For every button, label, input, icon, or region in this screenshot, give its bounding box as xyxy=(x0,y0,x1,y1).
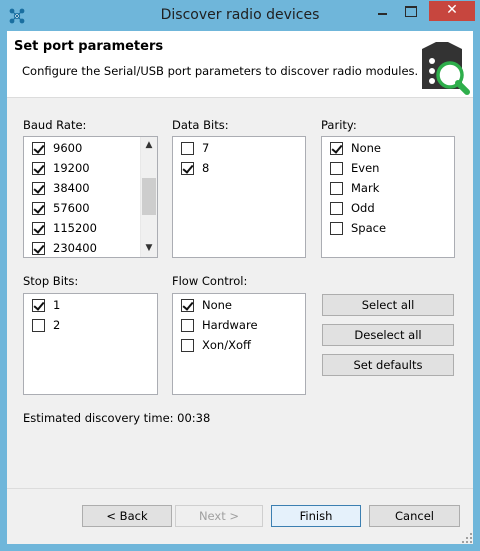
close-button[interactable]: ✕ xyxy=(429,1,475,21)
chevron-up-icon[interactable]: ▲ xyxy=(141,137,157,154)
radio-module-search-icon xyxy=(422,42,470,95)
checkbox-checked-icon[interactable] xyxy=(181,161,194,175)
wizard-header: Set port parameters Configure the Serial… xyxy=(7,31,473,98)
checkbox-unchecked-icon[interactable] xyxy=(181,141,194,155)
data-bits-item[interactable]: 8 xyxy=(181,158,209,178)
parity-item[interactable]: Even xyxy=(330,158,379,178)
dialog-window: Discover radio devices ✕ Set port parame… xyxy=(0,0,480,551)
baud-rate-list[interactable]: 9600 19200 38400 57600 115200 230400 ▲ ▼ xyxy=(23,136,158,258)
checkbox-unchecked-icon[interactable] xyxy=(181,318,194,332)
baud-rate-label: Baud Rate: xyxy=(23,118,87,132)
parity-item[interactable]: Space xyxy=(330,218,386,238)
checkbox-checked-icon[interactable] xyxy=(32,141,45,155)
checkbox-checked-icon[interactable] xyxy=(32,161,45,175)
baud-rate-item[interactable]: 230400 xyxy=(32,238,97,257)
footer-divider xyxy=(7,488,473,489)
parity-item[interactable]: Odd xyxy=(330,198,375,218)
checkbox-checked-icon[interactable] xyxy=(32,241,45,255)
checkbox-checked-icon[interactable] xyxy=(32,201,45,215)
scroll-thumb[interactable] xyxy=(142,178,156,215)
baud-rate-item[interactable]: 38400 xyxy=(32,178,90,198)
checkbox-checked-icon[interactable] xyxy=(181,298,194,312)
flow-control-item[interactable]: Hardware xyxy=(181,315,258,335)
stop-bits-label: Stop Bits: xyxy=(23,274,79,288)
stop-bits-item[interactable]: 2 xyxy=(32,315,60,335)
flow-control-label: Flow Control: xyxy=(172,274,248,288)
select-all-button[interactable]: Select all xyxy=(322,294,454,316)
checkbox-unchecked-icon[interactable] xyxy=(330,201,343,215)
page-description: Configure the Serial/USB port parameters… xyxy=(22,64,419,78)
deselect-all-button[interactable]: Deselect all xyxy=(322,324,454,346)
close-icon: ✕ xyxy=(446,2,458,18)
data-bits-label: Data Bits: xyxy=(172,118,229,132)
title-bar[interactable]: Discover radio devices ✕ xyxy=(0,0,480,31)
checkbox-unchecked-icon[interactable] xyxy=(330,181,343,195)
checkbox-checked-icon[interactable] xyxy=(32,181,45,195)
checkbox-unchecked-icon[interactable] xyxy=(32,318,45,332)
baud-rate-scrollbar[interactable]: ▲ ▼ xyxy=(140,137,157,257)
checkbox-unchecked-icon[interactable] xyxy=(330,161,343,175)
back-button[interactable]: < Back xyxy=(82,505,172,527)
parity-list[interactable]: None Even Mark Odd Space xyxy=(321,136,455,258)
data-bits-list[interactable]: 7 8 xyxy=(172,136,306,258)
parity-item[interactable]: None xyxy=(330,138,381,158)
checkbox-unchecked-icon[interactable] xyxy=(181,338,194,352)
baud-rate-item[interactable]: 115200 xyxy=(32,218,97,238)
estimated-discovery-time: Estimated discovery time: 00:38 xyxy=(23,411,211,425)
chevron-down-icon[interactable]: ▼ xyxy=(141,240,157,257)
checkbox-unchecked-icon[interactable] xyxy=(330,221,343,235)
checkbox-checked-icon[interactable] xyxy=(32,221,45,235)
dialog-client-area: Set port parameters Configure the Serial… xyxy=(7,31,473,544)
stop-bits-item[interactable]: 1 xyxy=(32,295,60,315)
finish-button[interactable]: Finish xyxy=(271,505,361,527)
baud-rate-item[interactable]: 57600 xyxy=(32,198,90,218)
minimize-button[interactable] xyxy=(369,1,396,21)
set-defaults-button[interactable]: Set defaults xyxy=(322,354,454,376)
checkbox-checked-icon[interactable] xyxy=(32,298,45,312)
baud-rate-item[interactable]: 19200 xyxy=(32,158,90,178)
flow-control-item[interactable]: None xyxy=(181,295,232,315)
resize-grip-icon[interactable] xyxy=(461,532,473,544)
parity-item[interactable]: Mark xyxy=(330,178,379,198)
checkbox-checked-icon[interactable] xyxy=(330,141,343,155)
baud-rate-item[interactable]: 9600 xyxy=(32,138,82,158)
cancel-button[interactable]: Cancel xyxy=(369,505,460,527)
flow-control-list[interactable]: None Hardware Xon/Xoff xyxy=(172,293,306,395)
flow-control-item[interactable]: Xon/Xoff xyxy=(181,335,251,355)
maximize-button[interactable] xyxy=(397,1,424,21)
page-title: Set port parameters xyxy=(14,39,164,54)
data-bits-item[interactable]: 7 xyxy=(181,138,209,158)
parity-label: Parity: xyxy=(321,118,357,132)
next-button[interactable]: Next > xyxy=(175,505,263,527)
stop-bits-list[interactable]: 1 2 xyxy=(23,293,158,395)
